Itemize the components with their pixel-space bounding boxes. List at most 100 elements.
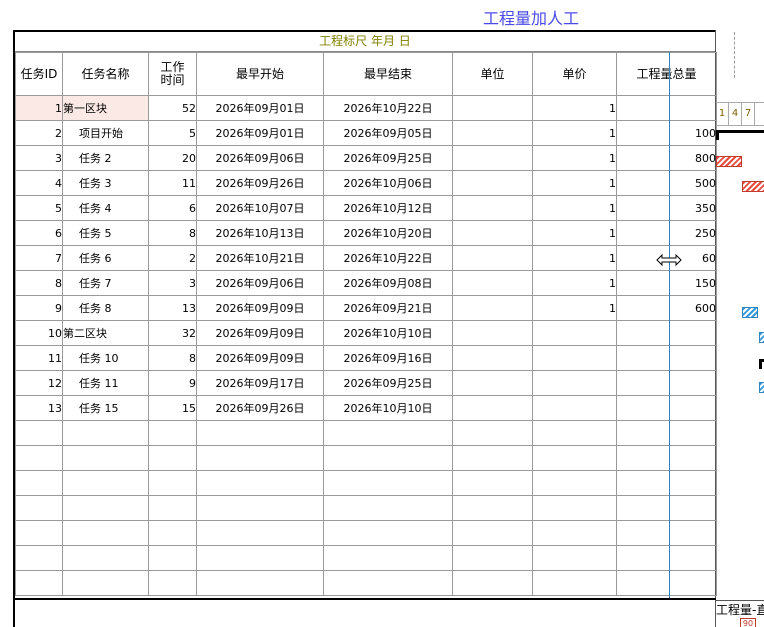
empty-cell[interactable] (616, 545, 717, 571)
empty-cell[interactable] (196, 445, 324, 471)
empty-cell[interactable] (148, 470, 197, 496)
cell-unit-price[interactable]: 1 (532, 170, 617, 196)
cell-earliest-start[interactable]: 2026年09月09日 (196, 345, 324, 371)
cell-task-name[interactable]: 任务 3 (62, 170, 149, 196)
cell-task-id[interactable]: 5 (15, 195, 63, 221)
cell-unit[interactable] (452, 195, 533, 221)
cell-work-time[interactable]: 8 (148, 220, 197, 246)
gantt-task-bar[interactable] (759, 332, 764, 343)
empty-cell[interactable] (452, 470, 533, 496)
empty-cell[interactable] (15, 570, 63, 596)
empty-cell[interactable] (532, 445, 617, 471)
cell-work-time[interactable]: 9 (148, 370, 197, 396)
empty-cell[interactable] (532, 545, 617, 571)
cell-earliest-end[interactable]: 2026年09月25日 (323, 370, 453, 396)
cell-total-quantity[interactable] (616, 95, 717, 121)
cell-earliest-end[interactable]: 2026年09月16日 (323, 345, 453, 371)
cell-work-time[interactable]: 13 (148, 295, 197, 321)
empty-cell[interactable] (452, 520, 533, 546)
cell-task-name[interactable]: 任务 5 (62, 220, 149, 246)
cell-task-id[interactable]: 13 (15, 395, 63, 421)
cell-unit[interactable] (452, 95, 533, 121)
gantt-task-bar[interactable] (716, 156, 742, 167)
empty-cell[interactable] (452, 445, 533, 471)
cell-earliest-start[interactable]: 2026年09月01日 (196, 120, 324, 146)
empty-cell[interactable] (616, 570, 717, 596)
cell-earliest-start[interactable]: 2026年09月26日 (196, 170, 324, 196)
col-header-earliest-start[interactable]: 最早开始 (196, 52, 324, 96)
table-row[interactable]: 8 任务 7 3 2026年09月06日 2026年09月08日 1 150 (15, 270, 717, 296)
cell-unit-price[interactable]: 1 (532, 295, 617, 321)
cell-unit-price[interactable]: 1 (532, 270, 617, 296)
cell-task-name[interactable]: 任务 8 (62, 295, 149, 321)
cell-unit-price[interactable]: 1 (532, 120, 617, 146)
col-header-work-time[interactable]: 工作时间 (148, 52, 197, 96)
empty-cell[interactable] (196, 420, 324, 446)
empty-cell[interactable] (196, 570, 324, 596)
cell-earliest-end[interactable]: 2026年10月22日 (323, 95, 453, 121)
cell-unit-price[interactable] (532, 320, 617, 346)
empty-cell[interactable] (196, 495, 324, 521)
cell-task-name[interactable]: 任务 15 (62, 395, 149, 421)
col-header-total-quantity[interactable]: 工程量总量 (616, 52, 717, 96)
table-row[interactable]: 13 任务 15 15 2026年09月26日 2026年10月10日 (15, 395, 717, 421)
empty-table-row[interactable] (15, 570, 717, 596)
empty-cell[interactable] (616, 495, 717, 521)
col-header-unit[interactable]: 单位 (452, 52, 533, 96)
empty-cell[interactable] (62, 470, 149, 496)
empty-table-row[interactable] (15, 445, 717, 471)
empty-cell[interactable] (323, 445, 453, 471)
empty-cell[interactable] (15, 445, 63, 471)
empty-cell[interactable] (15, 470, 63, 496)
cell-work-time[interactable]: 2 (148, 245, 197, 271)
cell-task-id[interactable]: 7 (15, 245, 63, 271)
cell-unit[interactable] (452, 345, 533, 371)
empty-cell[interactable] (323, 520, 453, 546)
cell-earliest-end[interactable]: 2026年09月05日 (323, 120, 453, 146)
table-row[interactable]: 9 任务 8 13 2026年09月09日 2026年09月21日 1 600 (15, 295, 717, 321)
empty-cell[interactable] (323, 470, 453, 496)
gantt-chart-panel[interactable]: 1 4 7 工程量-直 90 (716, 30, 764, 627)
cell-work-time[interactable]: 8 (148, 345, 197, 371)
col-header-unit-price[interactable]: 单价 (532, 52, 617, 96)
empty-cell[interactable] (452, 420, 533, 446)
cell-earliest-end[interactable]: 2026年09月08日 (323, 270, 453, 296)
cell-unit-price[interactable]: 1 (532, 220, 617, 246)
cell-task-name[interactable]: 任务 6 (62, 245, 149, 271)
empty-cell[interactable] (148, 420, 197, 446)
cell-total-quantity[interactable] (616, 345, 717, 371)
cell-task-name[interactable]: 第二区块 (62, 320, 149, 346)
cell-earliest-start[interactable]: 2026年09月06日 (196, 270, 324, 296)
cell-unit[interactable] (452, 170, 533, 196)
cell-total-quantity[interactable]: 800 (616, 145, 717, 171)
empty-cell[interactable] (616, 520, 717, 546)
cell-unit[interactable] (452, 245, 533, 271)
cell-task-id[interactable]: 3 (15, 145, 63, 171)
cell-work-time[interactable]: 6 (148, 195, 197, 221)
cell-task-name[interactable]: 任务 7 (62, 270, 149, 296)
cell-total-quantity[interactable]: 250 (616, 220, 717, 246)
empty-cell[interactable] (616, 470, 717, 496)
empty-cell[interactable] (323, 420, 453, 446)
cell-task-name[interactable]: 任务 4 (62, 195, 149, 221)
cell-task-name[interactable]: 项目开始 (62, 120, 149, 146)
empty-cell[interactable] (148, 495, 197, 521)
cell-earliest-end[interactable]: 2026年10月10日 (323, 395, 453, 421)
cell-task-id[interactable]: 4 (15, 170, 63, 196)
cell-task-id[interactable]: 1 (15, 95, 63, 121)
cell-unit[interactable] (452, 220, 533, 246)
empty-cell[interactable] (323, 495, 453, 521)
cell-earliest-start[interactable]: 2026年10月07日 (196, 195, 324, 221)
cell-earliest-end[interactable]: 2026年10月12日 (323, 195, 453, 221)
cell-work-time[interactable]: 52 (148, 95, 197, 121)
column-divider-line[interactable] (669, 52, 670, 598)
cell-earliest-start[interactable]: 2026年09月01日 (196, 95, 324, 121)
cell-work-time[interactable]: 32 (148, 320, 197, 346)
cell-earliest-start[interactable]: 2026年10月21日 (196, 245, 324, 271)
cell-total-quantity[interactable] (616, 370, 717, 396)
table-row[interactable]: 12 任务 11 9 2026年09月17日 2026年09月25日 (15, 370, 717, 396)
cell-earliest-end[interactable]: 2026年09月21日 (323, 295, 453, 321)
cell-earliest-start[interactable]: 2026年09月06日 (196, 145, 324, 171)
cell-task-name[interactable]: 任务 2 (62, 145, 149, 171)
empty-cell[interactable] (616, 445, 717, 471)
